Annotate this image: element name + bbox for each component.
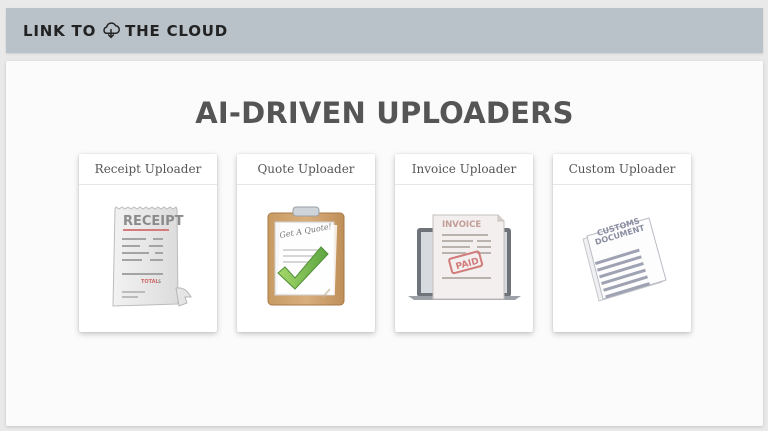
quote-uploader-label: Quote Uploader bbox=[237, 154, 375, 185]
page-title: AI-DRIVEN UPLOADERS bbox=[195, 96, 574, 130]
invoice-uploader-card[interactable]: Invoice Uploader INVOICE PAID bbox=[395, 154, 533, 332]
receipt-total-label: TOTAL bbox=[141, 279, 160, 285]
invoice-uploader-label: Invoice Uploader bbox=[395, 154, 533, 185]
receipt-icon: RECEIPT TOTAL $ bbox=[112, 206, 192, 307]
customs-document-icon: CUSTOMS DOCUMENT bbox=[582, 216, 667, 302]
custom-uploader-label: Custom Uploader bbox=[553, 154, 691, 185]
quote-uploader-card[interactable]: Quote Uploader Get A Quote! bbox=[237, 154, 375, 332]
invoice-laptop-icon: INVOICE PAID bbox=[408, 214, 521, 300]
receipt-uploader-card[interactable]: Receipt Uploader RECEIPT TOTAL $ bbox=[79, 154, 217, 332]
quote-uploader-body: Get A Quote! bbox=[237, 185, 375, 332]
cloud-download-icon bbox=[103, 21, 121, 38]
receipt-art-title: RECEIPT bbox=[123, 214, 184, 229]
brand-text-right: THE CLOUD bbox=[125, 21, 228, 40]
main-panel: AI-DRIVEN UPLOADERS Receipt Uploader REC… bbox=[6, 61, 763, 426]
brand-text-left: LINK TO bbox=[23, 21, 97, 40]
custom-uploader-body: CUSTOMS DOCUMENT bbox=[553, 185, 691, 332]
receipt-uploader-body: RECEIPT TOTAL $ bbox=[79, 185, 217, 332]
invoice-uploader-body: INVOICE PAID bbox=[395, 185, 533, 332]
receipt-total-value: $ bbox=[158, 279, 161, 285]
receipt-uploader-label: Receipt Uploader bbox=[79, 154, 217, 185]
top-bar: LINK TO THE CLOUD bbox=[6, 8, 763, 53]
brand-logo[interactable]: LINK TO THE CLOUD bbox=[23, 19, 228, 43]
invoice-art-title: INVOICE bbox=[442, 220, 481, 230]
clipboard-check-icon: Get A Quote! bbox=[267, 206, 345, 306]
uploader-cards: Receipt Uploader RECEIPT TOTAL $ Quote U… bbox=[79, 154, 691, 334]
custom-uploader-card[interactable]: Custom Uploader CUSTOMS DOCUMENT bbox=[553, 154, 691, 332]
